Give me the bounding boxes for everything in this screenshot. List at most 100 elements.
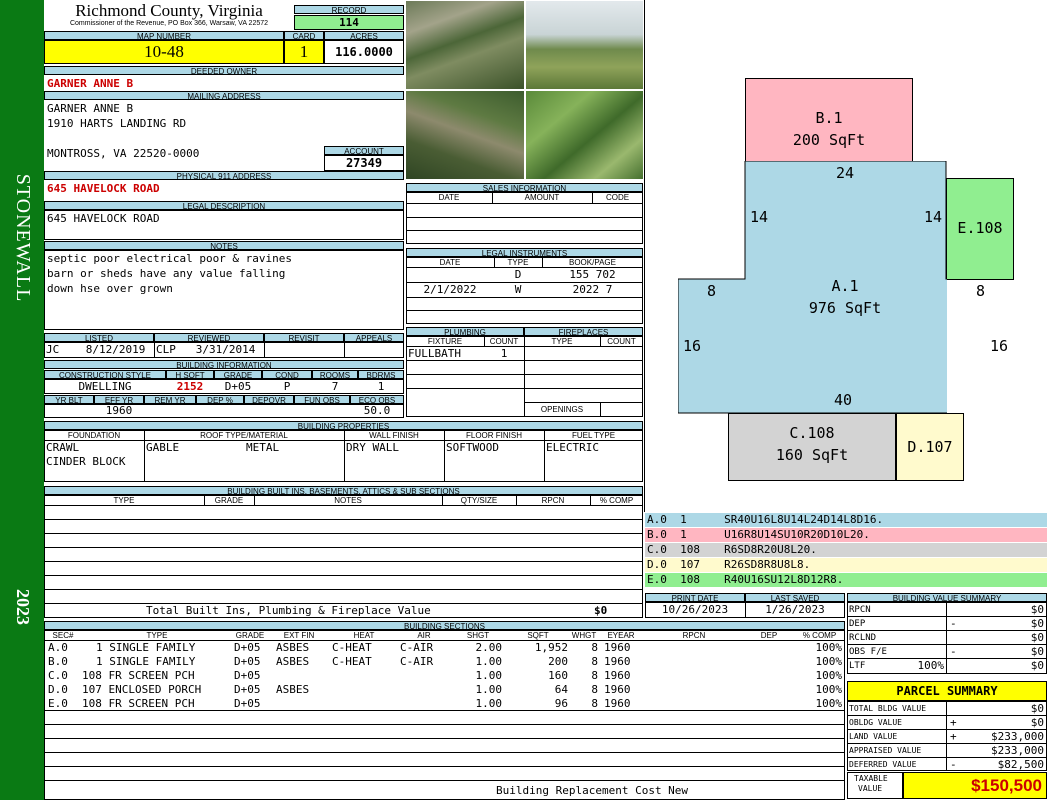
plumb-row-line xyxy=(406,388,643,389)
bvs-ltf-value: $0 xyxy=(1030,659,1044,672)
reviewed-value: CLP 3/31/2014 xyxy=(156,343,256,356)
plumbing-fixture: FULLBATH xyxy=(408,347,461,360)
sketch-dim-40: 40 xyxy=(834,391,853,409)
sections-col-type: TYPE xyxy=(146,631,168,640)
li-row2-date: 2/1/2022 xyxy=(423,283,477,296)
plumb-row-line xyxy=(406,360,643,361)
parcel-obldg-value: $0 xyxy=(1030,716,1044,729)
sales-row-line xyxy=(406,217,643,218)
listed-col-line xyxy=(344,342,345,358)
foundation-value-2: CINDER BLOCK xyxy=(46,455,126,468)
li-row2-type: W xyxy=(514,283,522,296)
built-ins-col-grade: GRADE xyxy=(214,496,244,505)
bi-col-line xyxy=(204,495,205,505)
district-sidebar xyxy=(0,0,44,800)
mailing-line2: 1910 HARTS LANDING RD xyxy=(47,117,187,130)
bi-row-line xyxy=(44,561,643,562)
property-photo-3[interactable] xyxy=(405,90,525,180)
sketch-legend-b[interactable]: B.0 1 U16R8U14SU10R20D10L20. xyxy=(645,528,1047,542)
mailing-line3: MONTROSS, VA 22520-0000 xyxy=(47,147,200,160)
sketch-section-b1[interactable]: B.1 200 SqFt xyxy=(745,78,913,162)
sketch-dim-16-right: 16 xyxy=(990,337,1009,355)
section-row-d-comp: 100% xyxy=(815,683,843,696)
parcel-deferred-value: $82,500 xyxy=(997,758,1044,771)
legend-c-num: 108 xyxy=(680,543,700,556)
sales-col-line xyxy=(592,192,593,204)
plumb-row-line xyxy=(406,374,643,375)
section-row-b-grade: D+05 xyxy=(234,655,261,668)
parcel-appraised-label: APPRAISED VALUE xyxy=(849,746,922,755)
bvs-dep-label: DEP xyxy=(849,619,866,629)
deeded-owner-value: GARNER ANNE B xyxy=(47,77,134,90)
notes-label: NOTES xyxy=(44,241,404,251)
sketch-section-c108[interactable]: C.108 160 SqFt xyxy=(728,413,896,481)
section-row-b-sec: B.0 xyxy=(48,655,68,668)
sketch-dim-8-right: 8 xyxy=(976,282,986,300)
sections-col-sec: SEC# xyxy=(52,631,74,640)
property-photo-1[interactable] xyxy=(405,0,525,90)
li-row1-type: D xyxy=(514,268,522,281)
li-col-book: BOOK/PAGE xyxy=(569,258,616,267)
sketch-legend-e[interactable]: E.0 108 R40U16SU12L8D12R8. xyxy=(645,573,1047,587)
built-ins-title: BUILDING BUILT INS, BASEMENTS, ATTICS & … xyxy=(44,486,643,496)
sales-row-line xyxy=(406,203,643,204)
bi-col-line xyxy=(516,495,517,505)
dep-label: DEP % xyxy=(196,395,244,405)
legend-d-sec: D.0 xyxy=(647,558,667,571)
sketch-dim-16-left: 16 xyxy=(683,337,702,355)
section-row-c-grade: D+05 xyxy=(234,669,261,682)
section-row-a-eyear: 1960 xyxy=(604,641,631,654)
section-row-a-ext: ASBES xyxy=(276,641,310,654)
parcel-summary-title: PARCEL SUMMARY xyxy=(847,681,1047,701)
bi-row-line xyxy=(44,575,643,576)
section-row-e-whgt: 8 xyxy=(591,697,598,710)
legend-a-code: SR40U16L8U14L24D14L8D16. xyxy=(724,513,884,526)
parcel-row-line xyxy=(847,715,1047,716)
parcel-col-line xyxy=(946,701,947,771)
hsqft-label: H SQFT xyxy=(166,370,214,380)
section-row-b-sqft: 200 xyxy=(548,655,568,668)
card-value: 1 xyxy=(284,40,324,64)
last-saved-label: LAST SAVED xyxy=(745,593,845,603)
sketch-legend-c[interactable]: C.0 108 R6SD8R20U8L20. xyxy=(645,543,1047,557)
legend-e-code: R40U16SU12L8D12R8. xyxy=(724,573,844,586)
mailing-address-label: MAILING ADDRESS xyxy=(44,91,404,101)
legend-e-sec: E.0 xyxy=(647,573,667,586)
section-row-a-shgt: 2.00 xyxy=(475,641,503,654)
property-photo-4[interactable] xyxy=(525,90,644,180)
built-ins-total-label: Total Built Ins, Plumbing & Fireplace Va… xyxy=(146,604,431,617)
construction-style-value: DWELLING xyxy=(78,380,132,393)
sketch-legend-d[interactable]: D.0 107 R26SD8R8U8L8. xyxy=(645,558,1047,572)
record-label: RECORD xyxy=(294,5,404,15)
sketch-section-d107[interactable]: D.107 xyxy=(896,413,964,481)
sketch-a1-label: A.1 976 SqFt xyxy=(770,275,920,321)
section-row-c-eyear: 1960 xyxy=(604,669,631,682)
legend-b-num: 1 xyxy=(680,528,687,541)
effyr-label: EFF YR xyxy=(94,395,144,405)
sales-table xyxy=(406,192,643,244)
section-row-e-grade: D+05 xyxy=(234,697,261,710)
sections-row-line xyxy=(44,780,845,781)
taxable-value: $150,500 xyxy=(903,772,1047,799)
legal-instruments-title: LEGAL INSTRUMENTS xyxy=(406,248,643,258)
sections-col-extfin: EXT FIN xyxy=(283,631,315,640)
parcel-land-value: $233,000 xyxy=(991,730,1044,743)
section-row-b-type: 1 SINGLE FAMILY xyxy=(96,655,196,668)
revisit-label: REVISIT xyxy=(264,333,344,343)
sketch-c108-code: C.108 xyxy=(789,424,835,442)
property-photo-2[interactable] xyxy=(525,0,644,90)
bi-col-line xyxy=(254,495,255,505)
sketch-legend-a[interactable]: A.0 1 SR40U16L8U14L24D14L8D16. xyxy=(645,513,1047,527)
print-date-value: 10/26/2023 xyxy=(661,603,729,616)
legend-c-code: R6SD8R20U8L20. xyxy=(724,543,817,556)
section-row-b-ext: ASBES xyxy=(276,655,310,668)
appeals-label: APPEALS xyxy=(344,333,404,343)
acres-value: 116.0000 xyxy=(324,40,404,64)
sections-row-line xyxy=(44,724,845,725)
listed-col-line xyxy=(154,342,155,358)
grade-label: GRADE xyxy=(214,370,262,380)
district-name: STONEWALL xyxy=(12,173,34,303)
sketch-e108-code: E.108 xyxy=(957,219,1003,237)
sections-row-line xyxy=(44,738,845,739)
sketch-section-e108[interactable]: E.108 xyxy=(946,178,1014,280)
